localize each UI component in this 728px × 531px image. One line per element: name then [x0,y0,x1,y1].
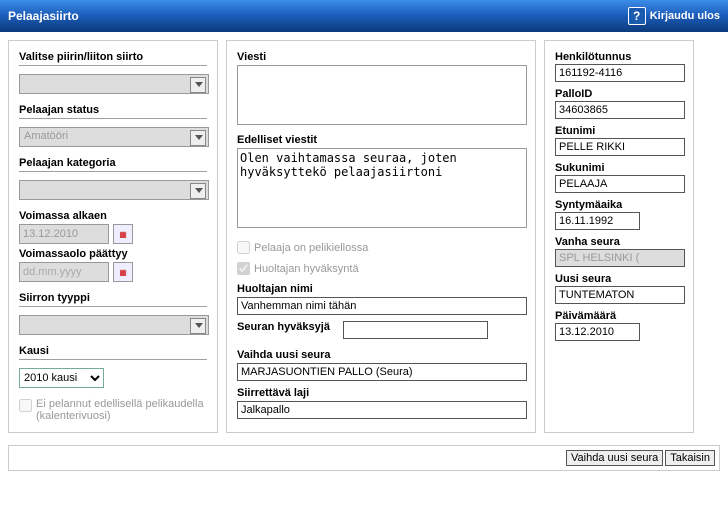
page-title: Pelaajasiirto [8,9,79,23]
header-right: ? Kirjaudu ulos [628,7,720,25]
piiri-select[interactable] [19,74,209,94]
huoltaja-hyv-label: Huoltajan hyväksyntä [254,263,359,275]
help-icon[interactable]: ? [628,7,646,25]
edelliset-textarea[interactable]: Olen vaihtamassa seuraa, joten hyväksytt… [237,148,527,228]
paivamaara-input[interactable] [555,323,640,341]
calendar-icon[interactable]: ▦ [113,224,133,244]
voimassa-alkaen-label: Voimassa alkaen [19,210,207,222]
vanha-seura-label: Vanha seura [555,236,683,248]
siirrettava-laji-input[interactable] [237,401,527,419]
pelikielto-checkbox [237,241,250,254]
voimassaolo-paattyy-input[interactable] [19,262,109,282]
seuran-hyvaksyja-label: Seuran hyväksyjä [237,321,337,333]
seuran-hyvaksyja-input[interactable] [343,321,488,339]
hetu-label: Henkilötunnus [555,51,683,63]
siirrettava-laji-label: Siirrettävä laji [237,387,525,399]
status-label: Pelaajan status [19,104,207,116]
siirron-tyyppi-label: Siirron tyyppi [19,292,207,304]
voimassa-alkaen-input[interactable] [19,224,109,244]
status-select[interactable]: Amatööri [19,127,209,147]
vaihda-seura-label: Vaihda uusi seura [237,349,525,361]
palloid-input[interactable] [555,101,685,119]
siirron-tyyppi-select[interactable] [19,315,209,335]
voimassaolo-paattyy-label: Voimassaolo päättyy [19,248,207,260]
kausi-select[interactable]: 2010 kausi [19,368,104,388]
logout-link[interactable]: Kirjaudu ulos [650,11,720,22]
huoltaja-nimi-label: Huoltajan nimi [237,283,525,295]
hetu-input[interactable] [555,64,685,82]
footer: Vaihda uusi seura Takaisin [0,441,728,479]
ei-pelannut-checkbox [19,399,32,412]
vanha-seura-input [555,249,685,267]
sukunimi-label: Sukunimi [555,162,683,174]
syntymaaika-input[interactable] [555,212,640,230]
right-panel: Henkilötunnus PalloID Etunimi Sukunimi S… [544,40,694,433]
pelikielto-label: Pelaaja on pelikiellossa [254,242,368,254]
etunimi-input[interactable] [555,138,685,156]
piiri-label: Valitse piirin/liiton siirto [19,51,207,63]
left-panel: Valitse piirin/liiton siirto Pelaajan st… [8,40,218,433]
huoltaja-nimi-input[interactable] [237,297,527,315]
ei-pelannut-label: Ei pelannut edellisellä pelikaudella (ka… [36,398,207,422]
etunimi-label: Etunimi [555,125,683,137]
mid-panel: Viesti Edelliset viestit Olen vaihtamass… [226,40,536,433]
palloid-label: PalloID [555,88,683,100]
kausi-label: Kausi [19,345,207,357]
huoltaja-hyv-checkbox [237,262,250,275]
footer-box: Vaihda uusi seura Takaisin [8,445,720,471]
uusi-seura-input[interactable] [555,286,685,304]
sukunimi-input[interactable] [555,175,685,193]
edelliset-label: Edelliset viestit [237,134,525,146]
kategoria-label: Pelaajan kategoria [19,157,207,169]
vaihda-seura-input[interactable] [237,363,527,381]
calendar-icon[interactable]: ▦ [113,262,133,282]
kategoria-select[interactable] [19,180,209,200]
content-area: Valitse piirin/liiton siirto Pelaajan st… [0,32,728,441]
viesti-textarea[interactable] [237,65,527,125]
takaisin-button[interactable]: Takaisin [665,450,715,466]
syntymaaika-label: Syntymäaika [555,199,683,211]
paivamaara-label: Päivämäärä [555,310,683,322]
uusi-seura-label: Uusi seura [555,273,683,285]
vaihda-uusi-seura-button[interactable]: Vaihda uusi seura [566,450,663,466]
app-header: Pelaajasiirto ? Kirjaudu ulos [0,0,728,32]
viesti-label: Viesti [237,51,525,63]
